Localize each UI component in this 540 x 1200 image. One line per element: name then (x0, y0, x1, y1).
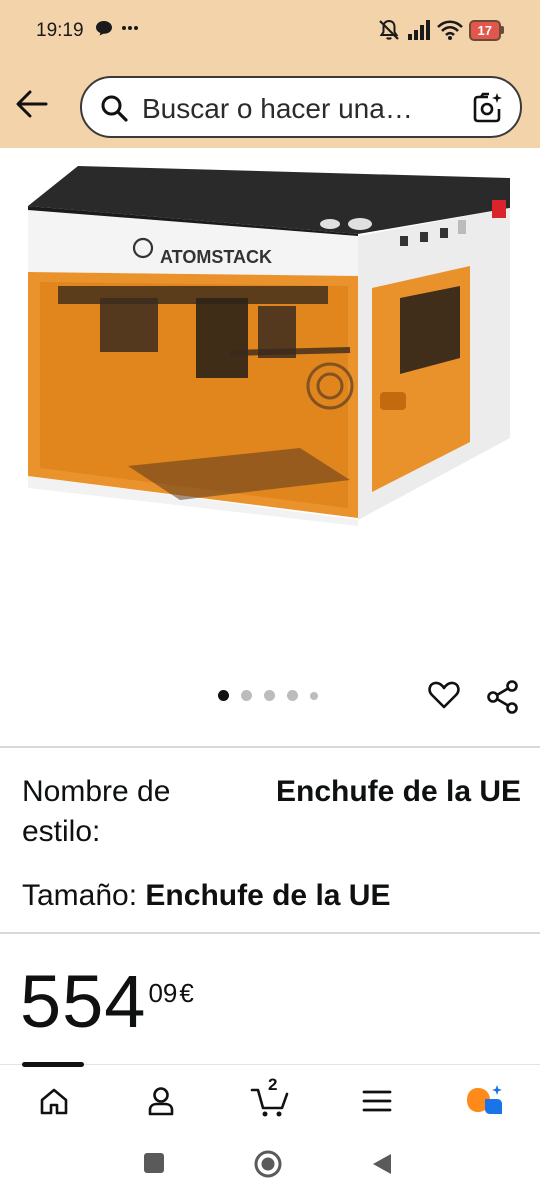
section-divider (0, 746, 540, 748)
home-system-button[interactable] (254, 1150, 282, 1183)
share-button[interactable] (487, 680, 519, 719)
size-selector[interactable]: Tamaño: Enchufe de la UE (22, 876, 390, 916)
muted-bell-icon (378, 19, 399, 40)
size-label: Tamaño: (22, 879, 138, 912)
more-notifications-icon (122, 26, 138, 30)
recent-apps-button[interactable] (143, 1152, 165, 1179)
search-header: Buscar o hacer una… (0, 62, 540, 148)
back-arrow-icon (16, 90, 48, 118)
nav-home[interactable] (32, 1079, 76, 1123)
bottom-navigation: 2 (0, 1062, 540, 1134)
visual-search-camera-icon[interactable] (472, 92, 504, 124)
system-navigation-bar (0, 1134, 540, 1200)
menu-icon (362, 1090, 392, 1112)
battery-level: 17 (468, 19, 501, 41)
triangle-back-icon (373, 1154, 391, 1174)
price-fraction: 09 (148, 978, 178, 1008)
account-icon (148, 1087, 174, 1116)
active-tab-indicator (22, 1062, 84, 1067)
rufus-assistant-icon (467, 1085, 502, 1114)
heart-icon (428, 681, 460, 709)
product-image[interactable]: ATOMSTACK (0, 148, 540, 668)
carousel-dot-5[interactable] (310, 691, 318, 700)
cart-count-badge: 2 (268, 1075, 278, 1094)
nav-assistant[interactable] (462, 1079, 506, 1123)
signal-icon (407, 20, 430, 40)
price-currency: € (179, 978, 194, 1008)
wifi-icon (436, 20, 463, 40)
nav-account[interactable] (139, 1079, 183, 1123)
carousel-dot-3[interactable] (264, 690, 275, 701)
carousel-dot-4[interactable] (287, 690, 298, 701)
home-icon (40, 1088, 68, 1115)
status-bar: 19:19 17 (0, 0, 540, 62)
price-whole: 554 (20, 960, 147, 1043)
circle-home-icon (254, 1150, 282, 1178)
system-back-button[interactable] (371, 1152, 393, 1181)
back-button[interactable] (12, 84, 52, 124)
search-icon (101, 95, 128, 122)
nav-menu[interactable] (355, 1079, 399, 1123)
image-carousel-indicator[interactable] (218, 690, 318, 701)
section-divider (0, 932, 540, 934)
product-price: 554 09 € (20, 960, 194, 1044)
laser-engraver-photo: ATOMSTACK (28, 166, 510, 526)
carousel-dot-1[interactable] (218, 690, 229, 701)
size-value: Enchufe de la UE (145, 879, 391, 912)
carousel-dot-2[interactable] (241, 690, 252, 701)
search-placeholder: Buscar o hacer una… (142, 93, 413, 124)
search-input[interactable]: Buscar o hacer una… (80, 76, 522, 138)
share-icon (487, 680, 518, 714)
style-name-value[interactable]: Enchufe de la UE (276, 772, 526, 812)
battery-indicator: 17 (468, 19, 504, 41)
status-time: 19:19 (36, 20, 84, 41)
brand-text: ATOMSTACK (160, 247, 272, 267)
style-name-label: Nombre de estilo: (22, 775, 171, 848)
nav-cart[interactable]: 2 (248, 1075, 292, 1123)
chat-notification-icon (96, 21, 112, 36)
wishlist-button[interactable] (428, 680, 460, 715)
square-icon (144, 1153, 164, 1173)
